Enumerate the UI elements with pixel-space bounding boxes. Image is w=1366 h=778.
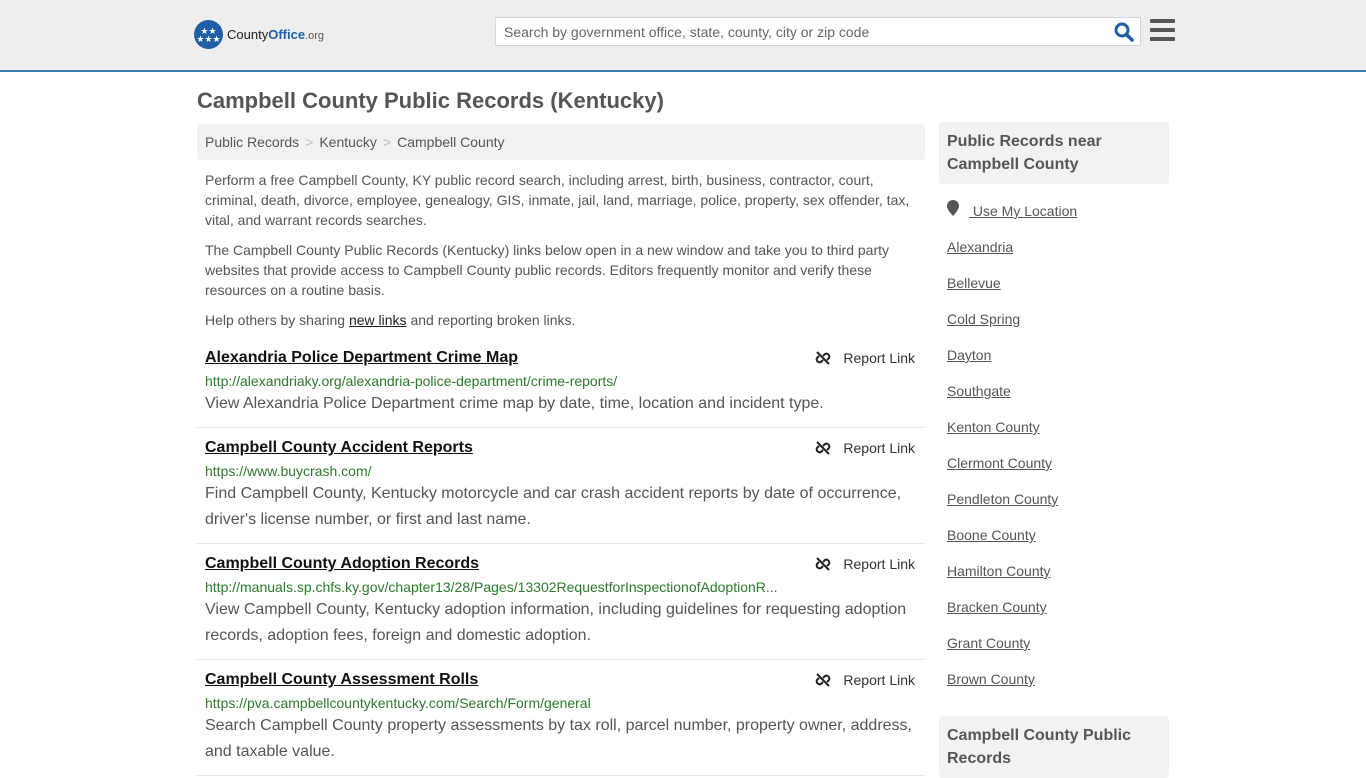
- map-marker-icon: [947, 200, 959, 216]
- search-button[interactable]: [1114, 22, 1134, 42]
- nearby-place-link[interactable]: Kenton County: [947, 418, 1161, 436]
- nearby-place-link[interactable]: Dayton: [947, 346, 1161, 364]
- nearby-place-link[interactable]: Southgate: [947, 382, 1161, 400]
- new-links-link[interactable]: new links: [349, 312, 407, 328]
- records-list: Alexandria Police Department Crime Map R…: [197, 338, 925, 776]
- nearby-place-link[interactable]: Grant County: [947, 634, 1161, 652]
- broken-link-icon: [816, 557, 831, 571]
- nearby-place-link[interactable]: Boone County: [947, 526, 1161, 544]
- record-url: https://www.buycrash.com/: [205, 463, 372, 479]
- report-link-button[interactable]: Report Link: [815, 556, 915, 572]
- record-title-link[interactable]: Campbell County Adoption Records: [205, 554, 479, 574]
- search-box: [495, 17, 1141, 46]
- nearby-place-link[interactable]: Bracken County: [947, 598, 1161, 616]
- record-title-link[interactable]: Alexandria Police Department Crime Map: [205, 348, 518, 368]
- breadcrumb-separator: >: [305, 134, 314, 150]
- report-link-button[interactable]: Report Link: [815, 350, 915, 366]
- nearby-place-link[interactable]: Clermont County: [947, 454, 1161, 472]
- breadcrumb-separator: >: [382, 134, 392, 150]
- breadcrumb-kentucky[interactable]: Kentucky: [319, 134, 377, 150]
- logo-text-office: Office: [268, 27, 306, 42]
- search-input[interactable]: [496, 18, 1096, 45]
- page-title: Campbell County Public Records (Kentucky…: [197, 88, 664, 113]
- intro-text: Perform a free Campbell County, KY publi…: [197, 170, 925, 330]
- breadcrumb-public-records[interactable]: Public Records: [205, 134, 299, 150]
- top-navigation-bar: ★★ ★★★ CountyOffice.org: [0, 0, 1366, 72]
- broken-link-icon: [816, 673, 831, 687]
- countyoffice-logo[interactable]: ★★ ★★★ CountyOffice.org: [194, 20, 324, 49]
- nearby-place-link[interactable]: Hamilton County: [947, 562, 1161, 580]
- eagle-logo-icon: ★★ ★★★: [194, 20, 223, 49]
- report-link-button[interactable]: Report Link: [815, 672, 915, 688]
- logo-text-tld: .org: [305, 30, 325, 42]
- record-url: http://alexandriaky.org/alexandria-polic…: [205, 373, 618, 389]
- intro-paragraph-2: The Campbell County Public Records (Kent…: [205, 242, 890, 298]
- record-description: View Alexandria Police Department crime …: [205, 395, 824, 412]
- record-title-link[interactable]: Campbell County Accident Reports: [205, 438, 473, 458]
- record-description: Find Campbell County, Kentucky motorcycl…: [205, 485, 902, 528]
- record-url: https://pva.campbellcountykentucky.com/S…: [205, 695, 591, 711]
- sidebar-heading: Public Records near Campbell County: [939, 122, 1169, 184]
- nearby-place-link[interactable]: Pendleton County: [947, 490, 1161, 508]
- sidebar: Public Records near Campbell County Use …: [939, 122, 1169, 778]
- record-item: Alexandria Police Department Crime Map R…: [197, 338, 925, 428]
- hamburger-menu-icon[interactable]: [1150, 19, 1175, 41]
- record-description: Search Campbell County property assessme…: [205, 717, 912, 760]
- report-link-button[interactable]: Report Link: [815, 440, 915, 456]
- main-content: Public Records > Kentucky > Campbell County …: [197, 124, 925, 776]
- nearby-place-link[interactable]: Brown County: [947, 670, 1161, 688]
- record-description: View Campbell County, Kentucky adoption …: [205, 601, 907, 644]
- record-item: Campbell County Assessment Rolls Report …: [197, 660, 925, 776]
- search-icon: [1114, 22, 1134, 42]
- nearby-place-link[interactable]: Bellevue: [947, 274, 1161, 292]
- broken-link-icon: [816, 441, 831, 455]
- breadcrumb: Public Records > Kentucky > Campbell County: [197, 124, 925, 160]
- nearby-place-link[interactable]: Alexandria: [947, 238, 1161, 256]
- record-item: Campbell County Accident Reports Report …: [197, 428, 925, 544]
- nearby-place-link[interactable]: Cold Spring: [947, 310, 1161, 328]
- sidebar-heading-2: Campbell County Public Records: [939, 716, 1169, 778]
- intro-paragraph-3: Help others by sharing new links and rep…: [205, 312, 576, 328]
- intro-paragraph-1: Perform a free Campbell County, KY publi…: [205, 172, 910, 228]
- broken-link-icon: [816, 351, 831, 365]
- record-url: http://manuals.sp.chfs.ky.gov/chapter13/…: [205, 579, 778, 595]
- record-title-link[interactable]: Campbell County Assessment Rolls: [205, 670, 478, 690]
- record-item: Campbell County Adoption Records Report …: [197, 544, 925, 660]
- nearby-list: Use My Location Alexandria Bellevue Cold S…: [939, 184, 1169, 688]
- logo-text-county: County: [227, 27, 269, 42]
- use-my-location-link[interactable]: Use My Location: [947, 200, 1161, 220]
- breadcrumb-current: Campbell County: [397, 134, 505, 150]
